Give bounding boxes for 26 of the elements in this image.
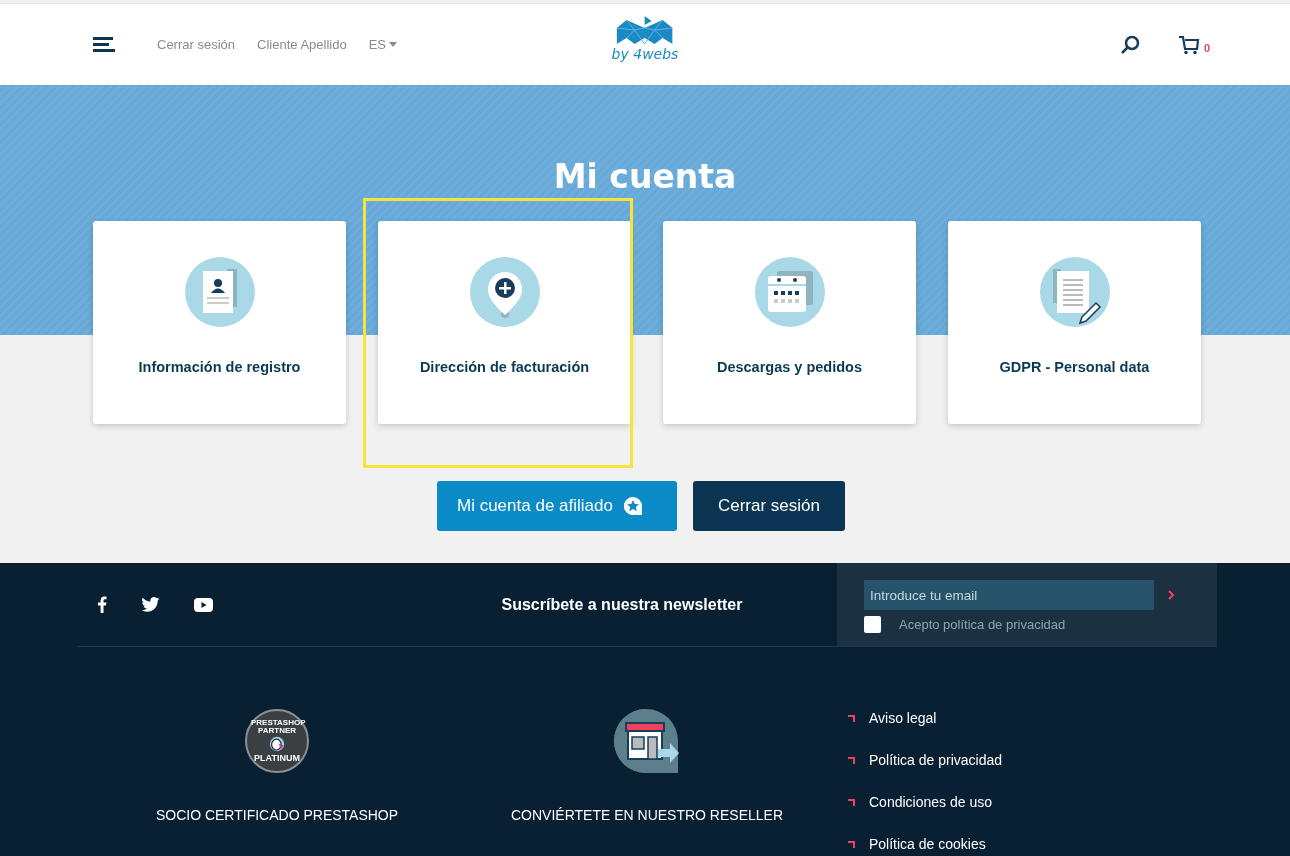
footer-link[interactable]: Condiciones de uso	[848, 793, 1217, 811]
account-card[interactable]: Descargas y pedidos	[663, 221, 916, 424]
card-label: Descargas y pedidos	[716, 359, 863, 375]
badge-label[interactable]: CONVIÉRTETE EN NUESTRO RESELLER	[511, 807, 783, 823]
affiliate-button[interactable]: Mi cuenta de afiliado	[437, 481, 677, 531]
page-title: Mi cuenta	[553, 157, 737, 197]
cart-button[interactable]: 0	[1177, 34, 1210, 55]
cart-count: 0	[1203, 41, 1210, 54]
nav-link[interactable]: Cerrar sesión	[157, 37, 236, 52]
email-field[interactable]: Introduce tu email	[864, 580, 1154, 610]
privacy-label: Acepto política de privacidad	[899, 617, 1066, 632]
badge-label[interactable]: SOCIO CERTIFICADO PRESTASHOP	[155, 807, 399, 823]
footer-link[interactable]: Política de privacidad	[848, 751, 1217, 769]
card-label: Información de registro	[138, 359, 301, 375]
account-card[interactable]: Información de registro	[93, 221, 346, 424]
nav-link[interactable]: Cliente Apellido	[257, 37, 347, 52]
account-card[interactable]: GDPR - Personal data	[948, 221, 1201, 424]
card-label: Dirección de facturación	[419, 359, 590, 375]
card-label: GDPR - Personal data	[999, 359, 1150, 375]
account-card[interactable]: Dirección de facturación	[378, 221, 631, 424]
logout-button[interactable]: Cerrar sesión	[693, 481, 845, 531]
footer-link[interactable]: Política de cookies	[848, 835, 1217, 853]
badge-text: PLATINUM	[254, 753, 300, 763]
newsletter-title: Suscríbete a nuestra newsletter	[500, 595, 744, 614]
footer-link[interactable]: Aviso legal	[848, 709, 1217, 727]
logo-text: by 4webs	[611, 46, 679, 62]
